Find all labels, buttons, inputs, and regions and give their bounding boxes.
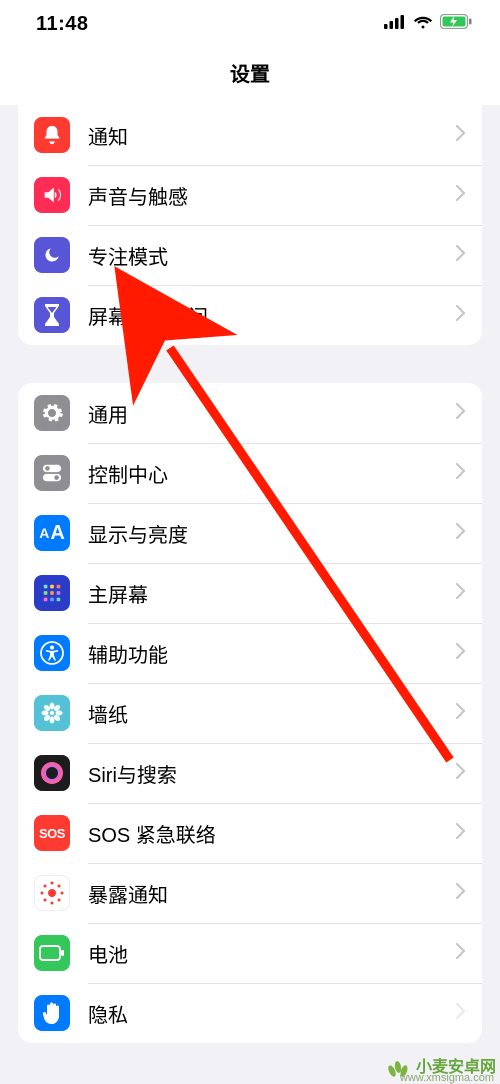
row-label: 辅助功能 xyxy=(88,639,456,668)
hourglass-icon xyxy=(34,297,70,333)
flower-icon xyxy=(34,695,70,731)
row-label: SOS 紧急联络 xyxy=(88,819,456,848)
siri-icon xyxy=(34,755,70,791)
wifi-icon xyxy=(413,15,433,34)
toggles-icon xyxy=(34,455,70,491)
row-accessibility[interactable]: 辅助功能 xyxy=(18,623,482,683)
row-label: 专注模式 xyxy=(88,241,456,270)
row-label: 显示与亮度 xyxy=(88,519,456,548)
watermark: 小麦安卓网 xyxy=(382,1051,496,1079)
row-label: 声音与触感 xyxy=(88,181,456,210)
row-label: Siri与搜索 xyxy=(88,759,456,788)
chevron-right-icon xyxy=(456,245,466,266)
status-bar: 11:48 xyxy=(0,0,500,48)
row-label: 电池 xyxy=(88,939,456,968)
chevron-right-icon xyxy=(456,1003,466,1024)
row-focus[interactable]: 专注模式 xyxy=(18,225,482,285)
wheat-icon xyxy=(382,1051,410,1079)
watermark-text: 小麦安卓网 xyxy=(416,1053,496,1077)
row-wallpaper[interactable]: 墙纸 xyxy=(18,683,482,743)
moon-icon xyxy=(34,237,70,273)
bell-icon xyxy=(34,117,70,153)
row-label: 控制中心 xyxy=(88,459,456,488)
row-exposure[interactable]: 暴露通知 xyxy=(18,863,482,923)
chevron-right-icon xyxy=(456,763,466,784)
row-label: 主屏幕 xyxy=(88,579,456,608)
row-display[interactable]: AA 显示与亮度 xyxy=(18,503,482,563)
row-privacy[interactable]: 隐私 xyxy=(18,983,482,1043)
chevron-right-icon xyxy=(456,125,466,146)
row-home-screen[interactable]: 主屏幕 xyxy=(18,563,482,623)
row-battery[interactable]: 电池 xyxy=(18,923,482,983)
sos-icon: SOS xyxy=(34,815,70,851)
hand-icon xyxy=(34,995,70,1031)
status-indicators xyxy=(384,14,472,34)
row-siri[interactable]: Siri与搜索 xyxy=(18,743,482,803)
row-label: 墙纸 xyxy=(88,699,456,728)
row-general[interactable]: 通用 xyxy=(18,383,482,443)
status-time: 11:48 xyxy=(36,13,89,36)
chevron-right-icon xyxy=(456,823,466,844)
chevron-right-icon xyxy=(456,403,466,424)
settings-list[interactable]: 通知 声音与触感 专注模式 屏幕使用时间 xyxy=(0,105,500,1043)
accessibility-icon xyxy=(34,635,70,671)
battery-icon xyxy=(34,935,70,971)
grid-icon xyxy=(34,575,70,611)
page-title: 设置 xyxy=(0,48,500,105)
chevron-right-icon xyxy=(456,583,466,604)
gear-icon xyxy=(34,395,70,431)
row-label: 通用 xyxy=(88,399,456,428)
row-screentime[interactable]: 屏幕使用时间 xyxy=(18,285,482,345)
row-label: 通知 xyxy=(88,121,456,150)
row-label: 屏幕使用时间 xyxy=(88,301,456,330)
row-label: 暴露通知 xyxy=(88,879,456,908)
chevron-right-icon xyxy=(456,523,466,544)
chevron-right-icon xyxy=(456,943,466,964)
row-sounds[interactable]: 声音与触感 xyxy=(18,165,482,225)
chevron-right-icon xyxy=(456,463,466,484)
battery-icon xyxy=(440,14,472,34)
chevron-right-icon xyxy=(456,185,466,206)
chevron-right-icon xyxy=(456,883,466,904)
row-notifications[interactable]: 通知 xyxy=(18,105,482,165)
row-label: 隐私 xyxy=(88,999,456,1028)
chevron-right-icon xyxy=(456,643,466,664)
speaker-icon xyxy=(34,177,70,213)
text-size-icon: AA xyxy=(34,515,70,551)
row-control-center[interactable]: 控制中心 xyxy=(18,443,482,503)
settings-group-1: 通知 声音与触感 专注模式 屏幕使用时间 xyxy=(18,105,482,345)
chevron-right-icon xyxy=(456,703,466,724)
signal-icon xyxy=(384,15,406,34)
exposure-icon xyxy=(34,875,70,911)
row-sos[interactable]: SOS SOS 紧急联络 xyxy=(18,803,482,863)
settings-group-2: 通用 控制中心 AA 显示与亮度 主屏幕 xyxy=(18,383,482,1043)
chevron-right-icon xyxy=(456,305,466,326)
